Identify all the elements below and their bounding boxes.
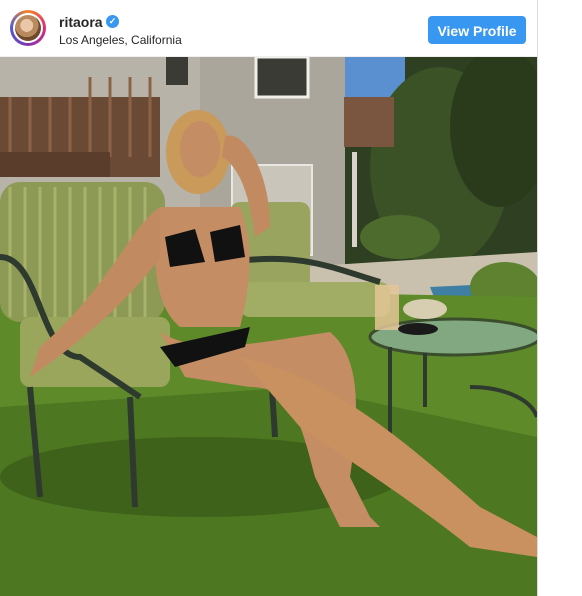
view-profile-button[interactable]: View Profile [428,16,526,44]
post-photo-illustration [0,57,537,596]
avatar-image [15,15,41,41]
post-photo [0,57,537,596]
location-link[interactable]: Los Angeles, California [59,33,182,47]
verified-badge-icon: ✓ [106,15,119,28]
avatar-ring-inner [13,13,43,43]
username[interactable]: ritaora [59,14,103,30]
instagram-post-card: ritaora ✓ Los Angeles, California View P… [0,0,538,596]
avatar[interactable] [10,10,46,46]
post-header: ritaora ✓ Los Angeles, California View P… [0,0,537,57]
